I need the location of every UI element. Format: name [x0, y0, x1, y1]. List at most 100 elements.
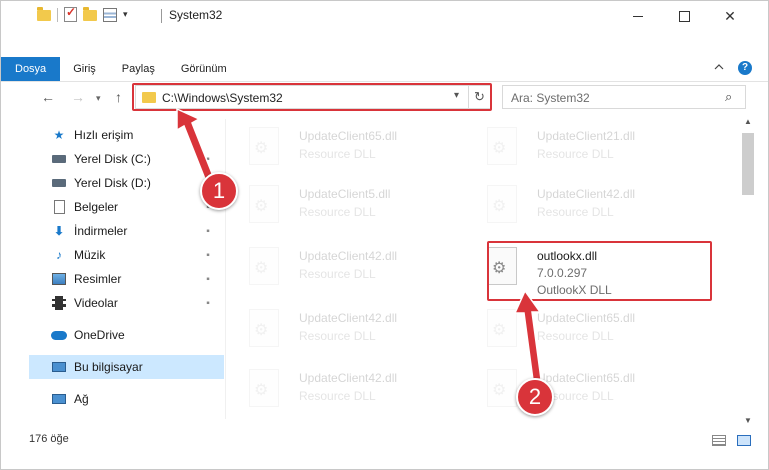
dll-file-icon — [487, 127, 517, 165]
pin-icon[interactable]: ▪ — [198, 226, 218, 237]
file-item[interactable]: UpdateClient42.dll Resource DLL — [231, 237, 461, 293]
dll-file-icon — [249, 369, 279, 407]
sidebar-item-label: Resimler — [74, 272, 122, 286]
sidebar-item-label: Yerel Disk (D:) — [74, 176, 151, 190]
properties-icon[interactable] — [103, 7, 117, 22]
sidebar-item-label: OneDrive — [74, 328, 125, 342]
step-2-callout: 2 — [516, 378, 554, 416]
item-count: 176 öğe — [29, 433, 69, 445]
sidebar-item-label: İndirmeler — [74, 224, 128, 238]
file-description: Resource DLL — [537, 205, 614, 219]
file-description: Resource DLL — [299, 267, 376, 281]
file-description: Resource DLL — [299, 147, 376, 161]
close-button[interactable]: ✕ — [707, 1, 753, 31]
dll-file-icon — [249, 185, 279, 223]
tab-view[interactable]: Görünüm — [168, 57, 240, 81]
sidebar-item-quick-access[interactable]: ★ Hızlı erişim — [29, 123, 224, 147]
sidebar-item-network[interactable]: Ağ — [29, 387, 224, 411]
sidebar-item-documents[interactable]: Belgeler ▪ — [29, 195, 224, 219]
file-item[interactable]: UpdateClient42.dll Resource DLL — [469, 175, 699, 231]
tab-home[interactable]: Giriş — [60, 57, 109, 81]
file-name: UpdateClient42.dll — [299, 311, 398, 325]
drive-icon — [51, 175, 67, 191]
pin-icon[interactable]: ▪ — [198, 274, 218, 285]
file-highlight-box — [487, 241, 712, 301]
file-name: UpdateClient42.dll — [299, 249, 398, 263]
file-item[interactable]: UpdateClient21.dll Resource DLL — [469, 117, 699, 173]
address-highlight-box — [132, 83, 492, 111]
file-description: Resource DLL — [299, 329, 376, 343]
folder-icon[interactable] — [37, 7, 51, 21]
sidebar-item-label: Videolar — [74, 296, 118, 310]
file-description: Resource DLL — [299, 389, 376, 403]
file-description: Resource DLL — [537, 147, 614, 161]
music-icon: ♪ — [56, 248, 62, 262]
sidebar-item-onedrive[interactable]: OneDrive — [29, 323, 224, 347]
forward-arrow-icon[interactable]: → — [71, 89, 85, 105]
window-title: System32 — [169, 8, 223, 22]
file-item[interactable]: UpdateClient42.dll Resource DLL — [231, 299, 461, 355]
sidebar-item-label: Ağ — [74, 392, 89, 406]
sidebar-item-label: Hızlı erişim — [74, 128, 134, 142]
pin-icon[interactable]: ▪ — [198, 298, 218, 309]
file-name: UpdateClient65.dll — [299, 129, 398, 143]
pin-icon[interactable]: ▪ — [198, 154, 218, 165]
scroll-up-icon[interactable]: ▲ — [744, 117, 752, 126]
sidebar-item-this-pc[interactable]: Bu bilgisayar — [29, 355, 224, 379]
help-icon[interactable]: ? — [738, 61, 752, 75]
star-icon: ★ — [53, 128, 65, 142]
sidebar-item-label: Belgeler — [74, 200, 119, 214]
sidebar-item-downloads[interactable]: ⬇ İndirmeler ▪ — [29, 219, 224, 243]
file-item[interactable]: UpdateClient42.dll Resource DLL — [231, 359, 461, 415]
file-item[interactable]: UpdateClient65.dll Resource DLL — [231, 117, 461, 173]
file-name: UpdateClient42.dll — [537, 187, 636, 201]
file-name: UpdateClient65.dll — [537, 371, 636, 385]
computer-icon — [51, 359, 67, 375]
toolbar-divider — [57, 7, 58, 22]
download-icon: ⬇ — [53, 224, 65, 238]
tab-share[interactable]: Paylaş — [109, 57, 168, 81]
dll-file-icon — [249, 127, 279, 165]
details-view-icon[interactable] — [712, 435, 726, 446]
file-name: UpdateClient65.dll — [537, 311, 636, 325]
back-arrow-icon[interactable]: ← — [41, 89, 55, 105]
properties-check-icon[interactable] — [64, 5, 77, 22]
sidebar-item-music[interactable]: ♪ Müzik ▪ — [29, 243, 224, 267]
cloud-icon — [51, 327, 67, 343]
vertical-scrollbar[interactable]: ▲ ▼ — [740, 113, 757, 429]
sidebar-item-videos[interactable]: Videolar ▪ — [29, 291, 224, 315]
document-icon — [51, 199, 67, 215]
scroll-down-icon[interactable]: ▼ — [744, 416, 752, 425]
file-name: UpdateClient21.dll — [537, 129, 636, 143]
up-arrow-icon[interactable]: ↑ — [115, 89, 122, 105]
quick-access-toolbar: ▾ — [37, 5, 128, 22]
customize-toolbar-chevron-icon[interactable]: ▾ — [123, 9, 128, 20]
pictures-icon — [51, 271, 67, 287]
search-icon[interactable]: ⌕ — [725, 89, 732, 105]
sidebar-item-label: Müzik — [74, 248, 106, 262]
dll-file-icon — [487, 309, 517, 347]
new-folder-icon[interactable] — [83, 7, 97, 21]
tab-file[interactable]: Dosya — [1, 57, 61, 81]
minimize-button[interactable] — [615, 1, 661, 31]
sidebar-item-local-disk-c[interactable]: Yerel Disk (C:) ▪ — [29, 147, 224, 171]
search-input[interactable]: Ara: System32 ⌕ — [502, 85, 746, 109]
navigation-pane: ★ Hızlı erişim Yerel Disk (C:) ▪ Yerel D… — [29, 119, 224, 419]
expand-ribbon-chevron-icon[interactable] — [714, 62, 724, 72]
drive-icon — [51, 151, 67, 167]
scrollbar-thumb[interactable] — [742, 133, 754, 195]
pane-divider[interactable] — [225, 119, 226, 419]
dll-file-icon — [249, 309, 279, 347]
pin-icon[interactable]: ▪ — [198, 250, 218, 261]
large-icons-view-icon[interactable] — [737, 435, 751, 446]
file-item[interactable]: UpdateClient65.dll Resource DLL — [469, 299, 699, 355]
dll-file-icon — [249, 247, 279, 285]
file-item[interactable]: UpdateClient65.dll Resource DLL — [469, 359, 699, 415]
title-bar: ▾ System32 ✕ — [1, 1, 768, 31]
recent-locations-chevron-icon[interactable]: ▾ — [96, 93, 101, 104]
sidebar-item-local-disk-d[interactable]: Yerel Disk (D:) ▪ — [29, 171, 224, 195]
step-1-callout: 1 — [200, 172, 238, 210]
sidebar-item-pictures[interactable]: Resimler ▪ — [29, 267, 224, 291]
file-item[interactable]: UpdateClient5.dll Resource DLL — [231, 175, 461, 231]
maximize-button[interactable] — [661, 1, 707, 31]
